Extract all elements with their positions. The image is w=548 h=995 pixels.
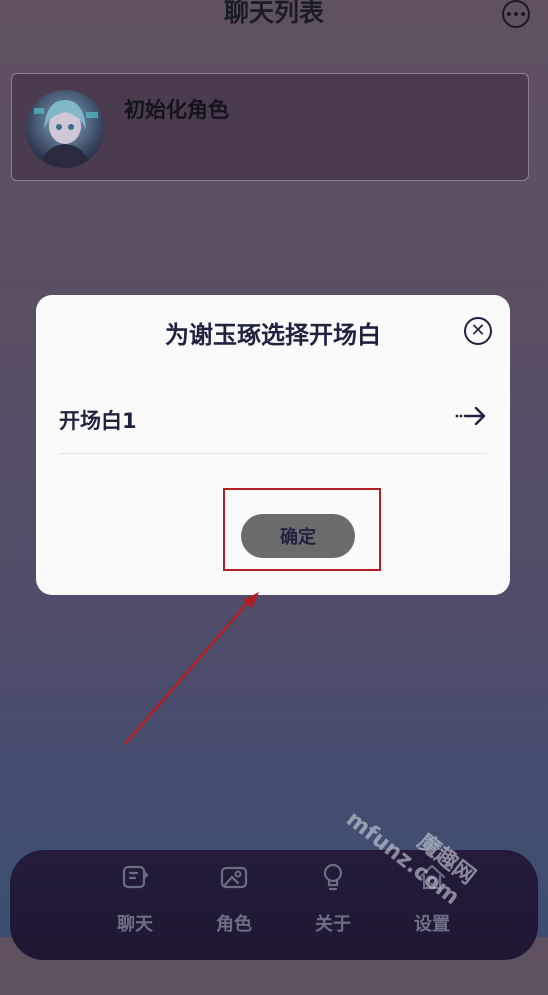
annotation-arrow — [124, 592, 259, 745]
tab-label: 角色 — [216, 914, 252, 935]
tab-label: 聊天 — [117, 914, 153, 935]
chat-icon — [122, 865, 149, 889]
character-icon — [220, 866, 248, 889]
tab-character[interactable]: 角色 — [194, 862, 274, 942]
tab-chat[interactable]: 聊天 — [95, 862, 175, 942]
